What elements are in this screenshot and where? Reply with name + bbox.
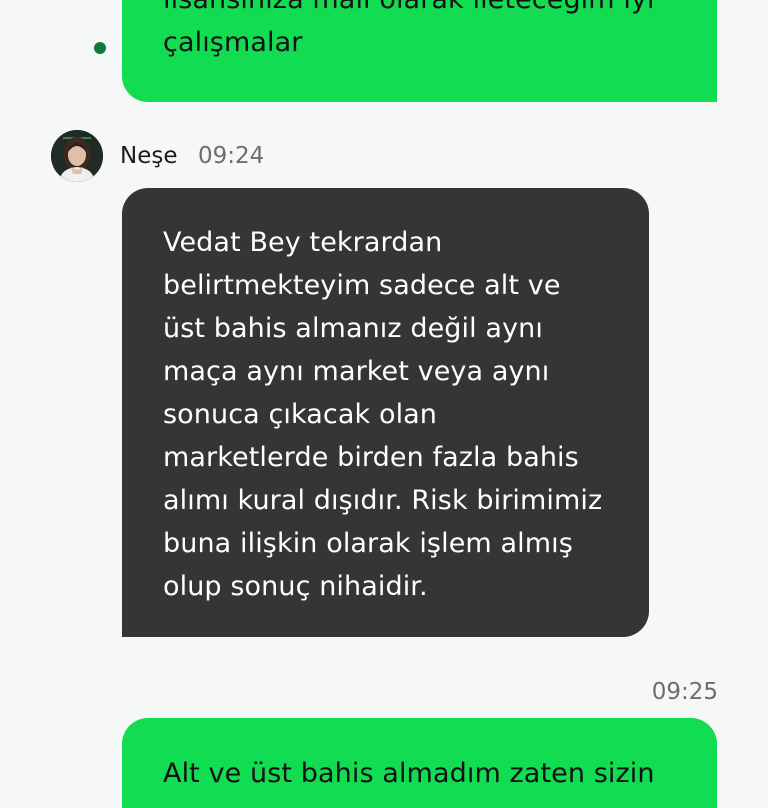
message-text-line: Vedat Bey tekrardan [163,227,443,258]
agent-avatar[interactable] [51,130,103,182]
outgoing-message-bubble[interactable]: lisansınıza mail olarak ileteceğim iyi ç… [122,0,717,102]
message-text-line: belirtmekteyim sadece alt ve [163,270,561,301]
message-text-line: lisansınıza mail olarak ileteceğim iyi [163,0,677,21]
message-text-line: marketlerde birden fazla bahis [163,442,579,473]
message-timestamp: 09:25 [651,679,718,705]
sender-name: Neşe [120,143,178,169]
message-text-line: maça aynı market veya aynı [163,356,550,387]
message-text-line: çalışmalar [163,27,303,58]
avatar-photo-icon [51,130,103,182]
incoming-message-bubble[interactable]: Vedat Bey tekrardan belirtmekteyim sadec… [122,188,649,637]
message-text-line: buna ilişkin olarak işlem almış [163,528,573,559]
online-status-dot-icon [94,42,106,54]
message-text-line: üst bahis almanız değil aynı [163,313,543,344]
message-timestamp: 09:24 [198,143,265,169]
message-text-line: olup sonuç nihaidir. [163,571,428,602]
outgoing-message-bubble[interactable]: Alt ve üst bahis almadım zaten sizin [122,718,717,808]
message-text-line: sonuca çıkacak olan [163,399,438,430]
message-text-line: Alt ve üst bahis almadım zaten sizin [163,758,655,789]
message-text-line: alımı kural dışıdır. Risk birimimiz [163,485,603,516]
